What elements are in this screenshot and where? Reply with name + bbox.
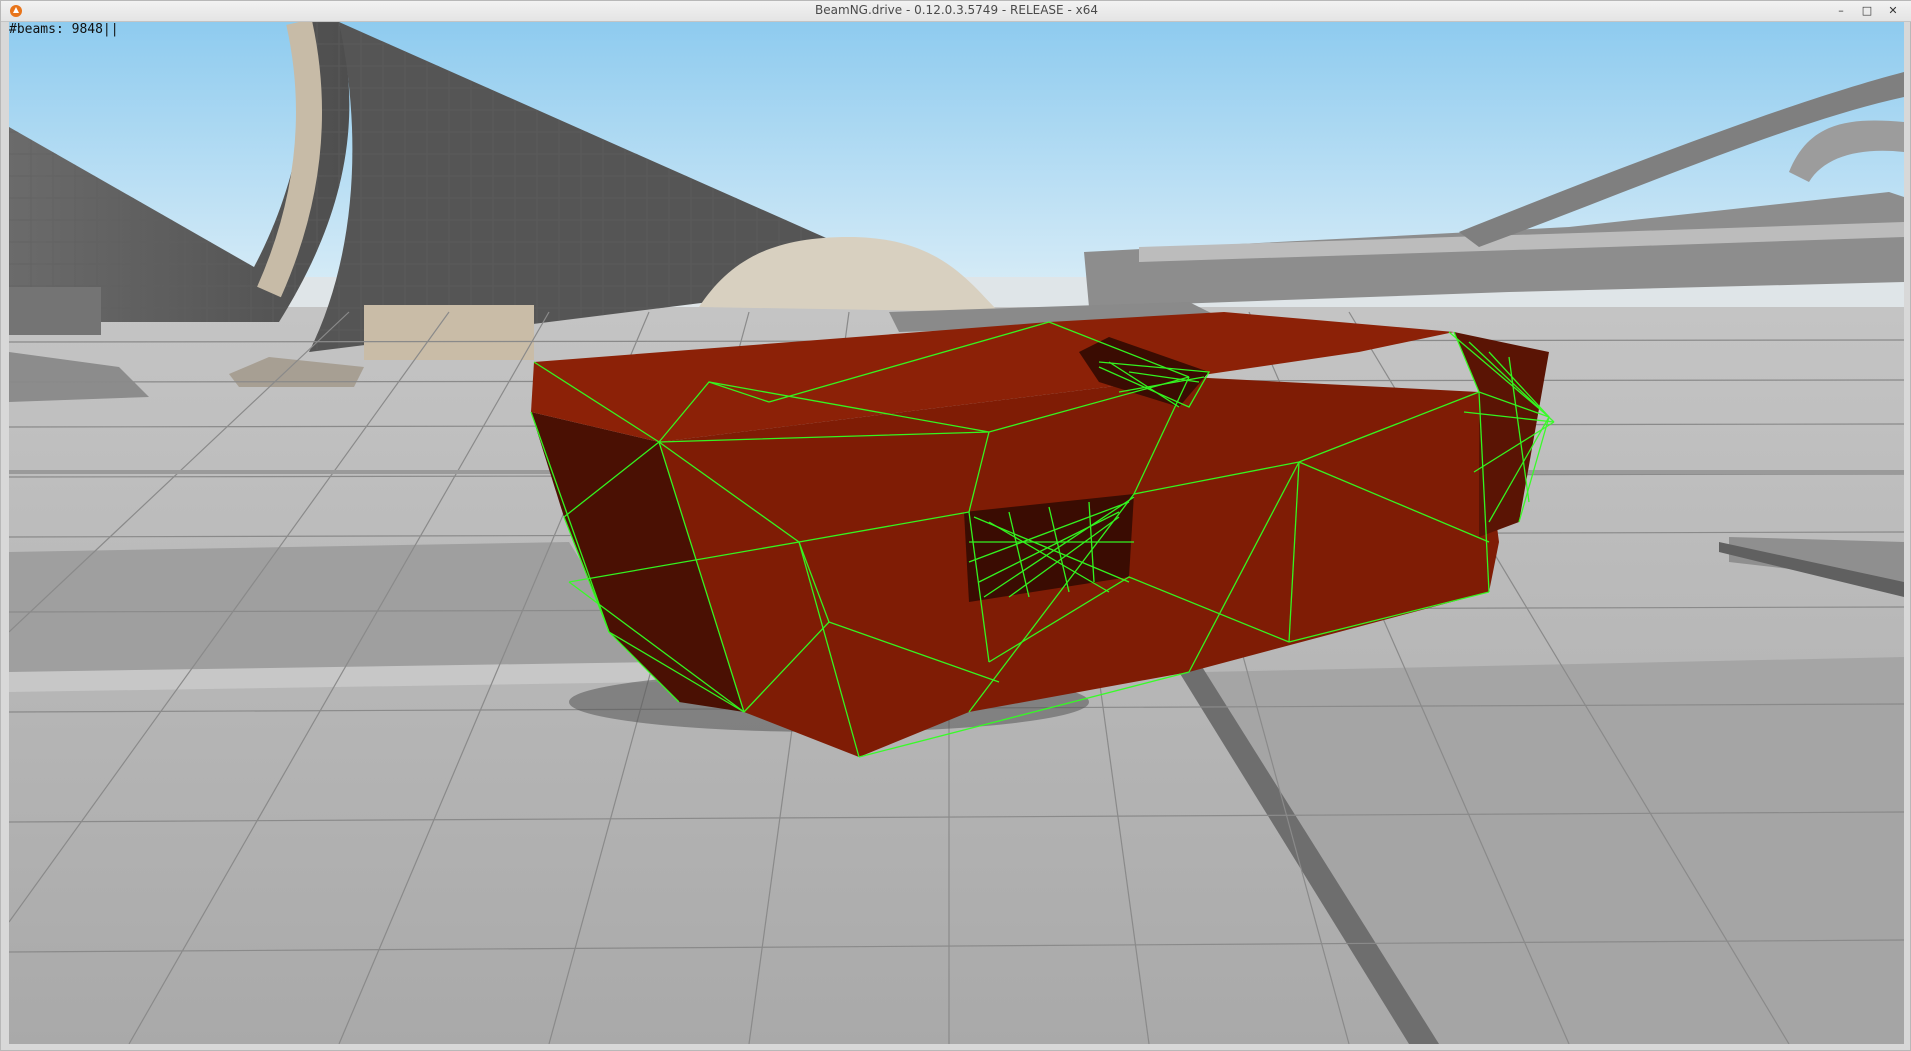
- minimize-button[interactable]: –: [1828, 1, 1854, 19]
- maximize-button[interactable]: □: [1854, 1, 1880, 19]
- title-bar[interactable]: BeamNG.drive - 0.12.0.3.5749 - RELEASE -…: [1, 1, 1911, 22]
- close-button[interactable]: ✕: [1880, 1, 1906, 19]
- beams-debug-readout: #beams: 9848||: [9, 22, 119, 37]
- game-viewport[interactable]: #beams: 9848||: [9, 22, 1904, 1044]
- window-title: BeamNG.drive - 0.12.0.3.5749 - RELEASE -…: [815, 3, 1098, 17]
- game-window: BeamNG.drive - 0.12.0.3.5749 - RELEASE -…: [0, 0, 1911, 1051]
- 3d-scene: [9, 22, 1904, 1044]
- window-controls: – □ ✕: [1828, 1, 1906, 21]
- concrete-block: [364, 305, 534, 360]
- concrete-block: [9, 287, 101, 335]
